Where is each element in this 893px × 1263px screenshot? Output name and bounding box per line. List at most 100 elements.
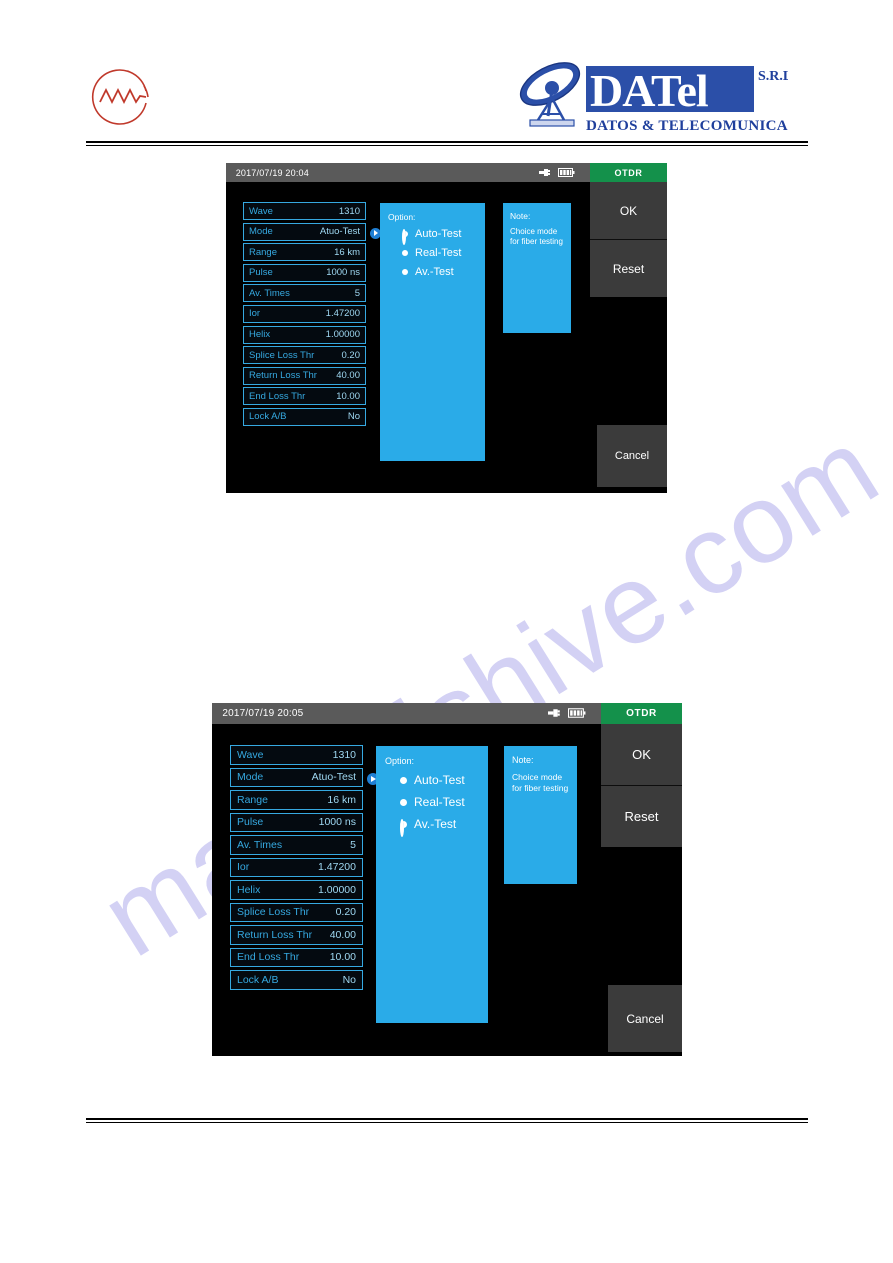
param-label: Return Loss Thr — [249, 370, 317, 382]
reset-button[interactable]: Reset — [601, 785, 682, 847]
ok-button[interactable]: OK — [601, 724, 682, 785]
param-value: 16 km — [334, 246, 360, 258]
cancel-button[interactable]: Cancel — [597, 425, 667, 487]
param-row[interactable]: Av. Times 5 — [243, 284, 366, 303]
waveform-circle-icon — [88, 64, 154, 130]
param-row[interactable]: End Loss Thr 10.00 — [230, 947, 363, 967]
radio-icon — [400, 776, 407, 784]
param-value: 1.00000 — [318, 883, 356, 896]
mode-badge: OTDR — [601, 703, 682, 724]
option-label: Real-Test — [414, 795, 465, 809]
param-value: 1310 — [332, 748, 356, 761]
param-value: 0.20 — [335, 906, 356, 919]
ok-button[interactable]: OK — [590, 182, 667, 239]
option-label: Auto-Test — [414, 773, 465, 787]
param-value: 0.20 — [341, 349, 361, 361]
param-row[interactable]: Range 16 km — [243, 243, 366, 262]
radio-icon — [402, 269, 408, 275]
option-item-real-test[interactable]: Real-Test — [400, 795, 479, 809]
param-label: Wave — [237, 748, 264, 761]
param-value: 5 — [350, 838, 356, 851]
param-label: Av. Times — [249, 287, 290, 299]
param-label: End Loss Thr — [237, 951, 300, 964]
radio-icon — [402, 250, 408, 256]
param-row[interactable]: Splice Loss Thr 0.20 — [243, 346, 366, 365]
param-row[interactable]: Return Loss Thr 40.00 — [230, 925, 363, 945]
param-row[interactable]: Ior 1.47200 — [230, 857, 363, 877]
param-row[interactable]: End Loss Thr 10.00 — [243, 387, 366, 406]
otdr-screenshot-2: 2017/07/19 20:05 OTDR Wave 1310 Mode Atu… — [212, 703, 682, 1056]
param-label: Lock A/B — [249, 411, 287, 423]
param-label: Av. Times — [237, 838, 283, 851]
footer-rule — [86, 1118, 808, 1124]
param-row[interactable]: Lock A/B No — [230, 970, 363, 990]
otdr-screenshot-1: 2017/07/19 20:04 OTDR Wave 1310 Mode Atu… — [226, 163, 667, 493]
param-row[interactable]: Return Loss Thr 40.00 — [243, 366, 366, 385]
param-value: 16 km — [327, 793, 356, 806]
option-item-real-test[interactable]: Real-Test — [402, 247, 477, 259]
battery-icon — [568, 705, 586, 723]
option-panel: Option: Auto-Test Real-Test Av.-Test — [376, 746, 488, 1023]
option-label: Av.-Test — [414, 817, 457, 831]
param-label: End Loss Thr — [249, 390, 306, 402]
param-value: 1000 ns — [326, 267, 360, 279]
param-row[interactable]: Helix 1.00000 — [230, 880, 363, 900]
note-panel-text: Choice mode for fiber testing — [512, 772, 569, 793]
param-row[interactable]: Range 16 km — [230, 790, 363, 810]
param-row[interactable]: Lock A/B No — [243, 407, 366, 426]
note-panel-title: Note: — [510, 211, 531, 221]
satellite-dish-icon — [519, 62, 581, 127]
param-label: Ior — [237, 861, 250, 874]
param-label: Mode — [237, 771, 264, 784]
param-row[interactable]: Pulse 1000 ns — [230, 812, 363, 832]
option-panel: Option: Auto-Test Real-Test Av.-Test — [380, 203, 485, 461]
param-row[interactable]: Mode Atuo-Test — [230, 767, 379, 787]
param-value: 10.00 — [329, 951, 356, 964]
param-value: 10.00 — [336, 390, 360, 402]
srl-suffix: S.R.L. — [758, 69, 788, 84]
param-label: Ior — [249, 308, 261, 320]
param-row[interactable]: Av. Times 5 — [230, 835, 363, 855]
param-value: No — [342, 973, 356, 986]
radio-icon — [400, 798, 407, 806]
param-value: 1310 — [338, 205, 360, 217]
param-row[interactable]: Pulse 1000 ns — [243, 263, 366, 282]
param-label: Splice Loss Thr — [249, 349, 315, 361]
status-icons — [539, 164, 575, 182]
option-item-auto-test[interactable]: Auto-Test — [400, 773, 479, 787]
radio-icon — [402, 229, 408, 245]
param-label: Range — [249, 246, 277, 258]
cancel-button[interactable]: Cancel — [608, 985, 682, 1052]
param-row[interactable]: Helix 1.00000 — [243, 325, 366, 344]
param-label: Return Loss Thr — [237, 928, 313, 941]
svg-text:DATel: DATel — [590, 65, 708, 116]
status-datetime: 2017/07/19 20:04 — [235, 167, 309, 178]
param-row[interactable]: Splice Loss Thr 0.20 — [230, 902, 363, 922]
param-value: Atuo-Test — [311, 771, 356, 784]
param-row[interactable]: Wave 1310 — [230, 745, 363, 765]
param-row[interactable]: Ior 1.47200 — [243, 304, 366, 323]
param-row[interactable]: Mode Atuo-Test — [243, 222, 381, 241]
param-value: 5 — [354, 287, 360, 299]
param-value: 40.00 — [329, 928, 356, 941]
param-value: 1.47200 — [318, 861, 356, 874]
option-label: Real-Test — [415, 247, 462, 259]
option-item-av-test[interactable]: Av.-Test — [402, 266, 477, 278]
param-value: 40.00 — [336, 370, 360, 382]
document-header: DATel S.R.L. DATOS & TELECOMUNICACIONES — [0, 0, 893, 150]
battery-icon — [558, 164, 575, 182]
param-label: Lock A/B — [237, 973, 279, 986]
parameter-list: Wave 1310 Mode Atuo-Test Range 16 km Pul… — [230, 745, 379, 990]
param-value: 1000 ns — [318, 816, 356, 829]
param-row[interactable]: Wave 1310 — [243, 202, 366, 220]
option-item-av-test[interactable]: Av.-Test — [400, 817, 479, 837]
reset-button[interactable]: Reset — [590, 239, 667, 297]
param-value: 1.00000 — [325, 329, 360, 341]
company-tagline: DATOS & TELECOMUNICACIONES — [586, 118, 788, 134]
option-panel-title: Option: — [385, 756, 415, 766]
parameter-list: Wave 1310 Mode Atuo-Test Range 16 km Pul… — [243, 202, 381, 426]
param-label: Range — [237, 793, 268, 806]
status-icons — [548, 705, 586, 723]
option-item-auto-test[interactable]: Auto-Test — [402, 228, 477, 245]
radio-icon — [400, 818, 407, 837]
